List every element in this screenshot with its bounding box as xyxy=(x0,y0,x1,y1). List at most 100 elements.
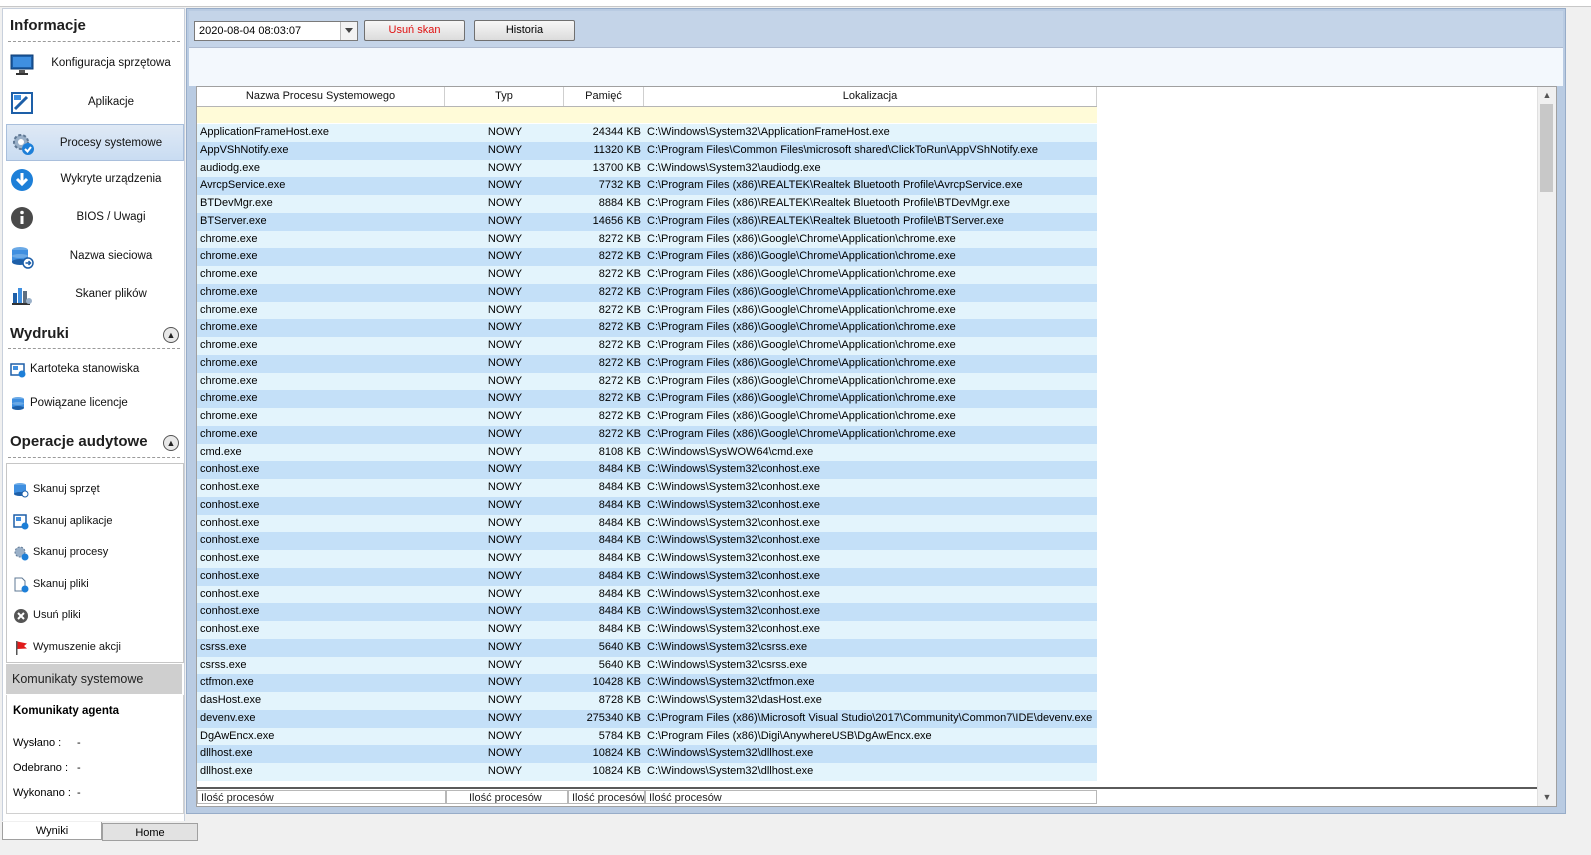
table-row[interactable]: chrome.exe NOWY 8272 KB C:\Program Files (x… xyxy=(197,266,1097,284)
sidebar-item-aplikacje[interactable]: Aplikacje xyxy=(6,84,184,121)
sidebar-item-wykryte-urzadzenia[interactable]: Wykryte urządzenia xyxy=(6,161,184,198)
audit-item-label: Skanuj sprzęt xyxy=(33,483,100,495)
cell-memory: 7732 KB xyxy=(598,179,641,192)
table-row[interactable]: conhost.exe NOWY 8484 KB C:\Windows\System3… xyxy=(197,603,1097,621)
cell-location: C:\Windows\System32\conhost.exe xyxy=(647,605,821,618)
table-row[interactable]: audiodg.exe NOWY 13700 KB C:\Windows\System… xyxy=(197,159,1097,178)
cell-memory: 13700 KB xyxy=(592,161,641,174)
table-row[interactable]: ApplicationFrameHost.exe NOWY 24344 KB C:\W… xyxy=(197,124,1097,142)
scan-date-select[interactable]: 2020-08-04 08:03:07 xyxy=(194,21,358,41)
table-row[interactable]: chrome.exe NOWY 8272 KB C:\Program Files (x… xyxy=(197,408,1097,426)
table-row[interactable]: conhost.exe NOWY 8484 KB C:\Windows\System3… xyxy=(197,585,1097,604)
cell-memory: 8272 KB xyxy=(598,232,641,245)
table-row[interactable]: AppVShNotify.exe NOWY 11320 KB C:\Program F… xyxy=(197,141,1097,160)
audit-item-label: Usuń pliki xyxy=(33,609,81,621)
table-row[interactable]: chrome.exe NOWY 8272 KB C:\Program Files (x… xyxy=(197,230,1097,249)
cell-location: C:\Windows\System32\dllhost.exe xyxy=(647,765,814,777)
collapse-wydruki-button[interactable]: ▲ xyxy=(163,327,179,343)
table-row[interactable]: chrome.exe NOWY 8272 KB C:\Program Files (x… xyxy=(197,337,1097,355)
sidebar-item-bios[interactable]: BIOS / Uwagi xyxy=(6,199,184,236)
cell-memory: 5640 KB xyxy=(598,658,641,671)
table-row[interactable]: BTDevMgr.exe NOWY 8884 KB C:\Program Files … xyxy=(197,195,1097,213)
table-row[interactable]: chrome.exe NOWY 8272 KB C:\Program Files (x… xyxy=(197,283,1097,302)
cell-memory: 8272 KB xyxy=(598,303,641,316)
history-button[interactable]: Historia xyxy=(474,20,575,41)
red-flag-icon xyxy=(13,640,29,656)
vertical-scrollbar[interactable]: ▲ ▼ xyxy=(1537,87,1556,806)
delete-scan-button[interactable]: Usuń skan xyxy=(364,20,465,41)
sidebar-item-licencje[interactable]: Powiązane licencje xyxy=(6,393,184,415)
table-row[interactable]: dllhost.exe NOWY 10824 KB C:\Windows\System… xyxy=(197,745,1097,763)
table-row[interactable]: conhost.exe NOWY 8484 KB C:\Windows\System3… xyxy=(197,621,1097,639)
table-row[interactable]: dasHost.exe NOWY 8728 KB C:\Windows\System3… xyxy=(197,692,1097,710)
table-row[interactable]: cmd.exe NOWY 8108 KB C:\Windows\SysWOW64\cm… xyxy=(197,443,1097,462)
tab-wyniki[interactable]: Wyniki xyxy=(2,822,102,840)
table-row[interactable]: chrome.exe NOWY 8272 KB C:\Program Files (x… xyxy=(197,354,1097,373)
table-row[interactable]: conhost.exe NOWY 8484 KB C:\Windows\System3… xyxy=(197,550,1097,568)
cell-process-name: chrome.exe xyxy=(200,356,258,369)
column-header-location[interactable]: Lokalizacja xyxy=(644,87,1097,106)
column-header-name[interactable]: Nazwa Procesu Systemowego xyxy=(197,87,445,106)
cell-memory: 8272 KB xyxy=(598,392,641,405)
agent-messages-title: Komunikaty agenta xyxy=(13,705,120,717)
chevron-up-icon: ▲ xyxy=(166,438,176,448)
grid-rows: ApplicationFrameHost.exe NOWY 24344 KB C:\W… xyxy=(197,124,1097,781)
cell-memory: 8272 KB xyxy=(598,356,641,369)
collapse-operacje-button[interactable]: ▲ xyxy=(163,435,179,451)
cell-process-name: dllhost.exe xyxy=(200,747,253,760)
sidebar-item-nazwa-sieciowa[interactable]: Nazwa sieciowa xyxy=(6,238,184,275)
table-row[interactable]: conhost.exe NOWY 8484 KB C:\Windows\System3… xyxy=(197,567,1097,586)
cell-type: NOWY xyxy=(487,250,523,263)
cell-process-name: BTServer.exe xyxy=(200,214,267,227)
table-row[interactable]: chrome.exe NOWY 8272 KB C:\Program Files (x… xyxy=(197,372,1097,391)
system-messages-header[interactable]: Komunikaty systemowe xyxy=(6,664,182,694)
cell-process-name: ctfmon.exe xyxy=(200,676,254,689)
cell-process-name: chrome.exe xyxy=(200,250,258,263)
table-row[interactable]: chrome.exe NOWY 8272 KB C:\Program Files (x… xyxy=(197,248,1097,266)
chevron-down-icon[interactable] xyxy=(340,22,357,40)
table-row[interactable]: BTServer.exe NOWY 14656 KB C:\Program Files… xyxy=(197,212,1097,231)
cell-memory: 8484 KB xyxy=(598,498,641,511)
table-row[interactable]: ctfmon.exe NOWY 10428 KB C:\Windows\System3… xyxy=(197,674,1097,692)
column-header-type[interactable]: Typ xyxy=(445,87,564,106)
cell-process-name: BTDevMgr.exe xyxy=(200,197,273,209)
scan-files-icon xyxy=(13,577,29,593)
table-row[interactable]: conhost.exe NOWY 8484 KB C:\Windows\System3… xyxy=(197,496,1097,515)
sidebar-item-procesy[interactable]: Procesy systemowe xyxy=(6,124,184,161)
filter-row[interactable] xyxy=(197,107,1097,123)
scrollbar-thumb[interactable] xyxy=(1540,104,1553,192)
table-row[interactable]: chrome.exe NOWY 8272 KB C:\Program Files (x… xyxy=(197,319,1097,337)
scroll-up-icon[interactable]: ▲ xyxy=(1538,87,1556,104)
cell-location: C:\Program Files (x86)\Microsoft Visual … xyxy=(647,711,1093,724)
table-row[interactable]: csrss.exe NOWY 5640 KB C:\Windows\System32\… xyxy=(197,656,1097,675)
table-row[interactable]: conhost.exe NOWY 8484 KB C:\Windows\System3… xyxy=(197,461,1097,479)
section-divider xyxy=(8,41,180,42)
table-row[interactable]: devenv.exe NOWY 275340 KB C:\Program Files … xyxy=(197,709,1097,728)
table-row[interactable]: AvrcpService.exe NOWY 7732 KB C:\Program Fi… xyxy=(197,177,1097,195)
cell-process-name: chrome.exe xyxy=(200,410,258,422)
sidebar-item-konfiguracja[interactable]: Konfiguracja sprzętowa xyxy=(6,45,184,82)
table-row[interactable]: chrome.exe NOWY 8272 KB C:\Program Files (x… xyxy=(197,301,1097,320)
cell-memory: 8272 KB xyxy=(598,339,641,351)
sidebar-item-skaner-plikow[interactable]: Skaner plików xyxy=(6,276,184,313)
sidebar-item-kartoteka[interactable]: Kartoteka stanowiska xyxy=(6,359,184,381)
cell-location: C:\Program Files (x86)\Google\Chrome\App… xyxy=(647,427,956,440)
table-row[interactable]: conhost.exe NOWY 8484 KB C:\Windows\System3… xyxy=(197,479,1097,497)
table-row[interactable]: chrome.exe NOWY 8272 KB C:\Program Files (x… xyxy=(197,425,1097,444)
table-row[interactable]: csrss.exe NOWY 5640 KB C:\Windows\System32\… xyxy=(197,638,1097,657)
table-row[interactable]: DgAwEncx.exe NOWY 5784 KB C:\Program Files … xyxy=(197,727,1097,746)
table-row[interactable]: chrome.exe NOWY 8272 KB C:\Program Files (x… xyxy=(197,390,1097,408)
table-row[interactable]: conhost.exe NOWY 8484 KB C:\Windows\System3… xyxy=(197,514,1097,533)
sidebar-item-label: Konfiguracja sprzętowa xyxy=(51,57,171,69)
delete-files-icon xyxy=(13,608,29,624)
system-messages-title: Komunikaty systemowe xyxy=(12,672,144,686)
section-header-informacje: Informacje xyxy=(10,17,86,34)
table-row[interactable]: dllhost.exe NOWY 10824 KB C:\Windows\System… xyxy=(197,763,1097,781)
cell-location: C:\Program Files (x86)\Digi\AnywhereUSB\… xyxy=(647,729,932,742)
tab-home[interactable]: Home xyxy=(102,823,198,841)
section-header-wydruki: Wydruki xyxy=(10,325,69,342)
column-header-memory[interactable]: Pamięć xyxy=(564,87,644,106)
cell-memory: 8108 KB xyxy=(598,445,641,458)
scroll-down-icon[interactable]: ▼ xyxy=(1538,789,1556,806)
table-row[interactable]: conhost.exe NOWY 8484 KB C:\Windows\System3… xyxy=(197,532,1097,550)
